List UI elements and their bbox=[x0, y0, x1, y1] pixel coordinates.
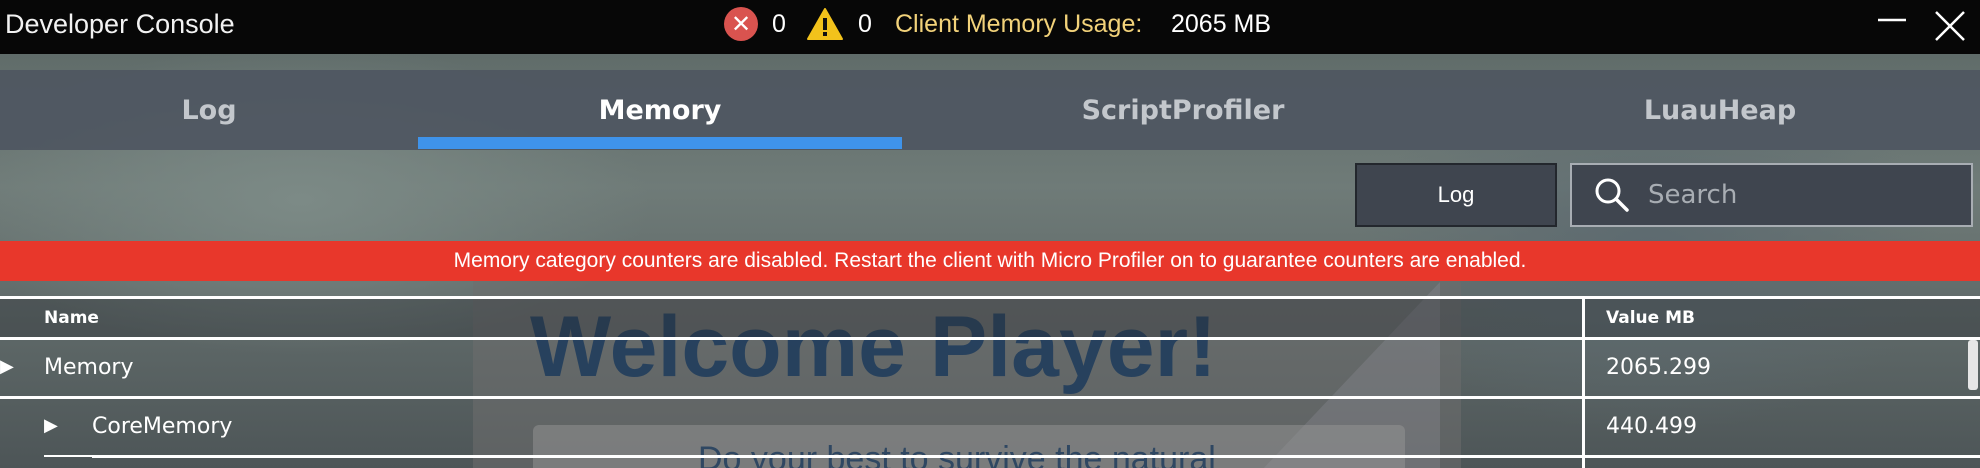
row-value: 2065.299 bbox=[1606, 355, 1711, 380]
table-row[interactable]: ▶ Memory 2065.299 bbox=[0, 340, 1980, 396]
row-name: CoreMemory bbox=[92, 414, 233, 439]
tab-bar: Log Memory ScriptProfiler LuauHeap bbox=[0, 70, 1980, 150]
banner-text: Memory category counters are disabled. R… bbox=[453, 249, 1527, 272]
search-input[interactable] bbox=[1648, 175, 1948, 215]
tab-log[interactable]: Log bbox=[0, 70, 418, 150]
scrollbar-thumb[interactable] bbox=[1968, 340, 1978, 390]
tab-scriptprofiler[interactable]: ScriptProfiler bbox=[940, 70, 1426, 150]
window-title: Developer Console bbox=[5, 9, 235, 39]
tab-luauheap[interactable]: LuauHeap bbox=[1490, 70, 1950, 150]
title-bar: Developer Console ✕ 0 0 Client Memory Us… bbox=[0, 0, 1980, 54]
row-value: 440.499 bbox=[1606, 414, 1697, 439]
memory-usage-value: 2065 MB bbox=[1171, 10, 1272, 38]
row-name: Memory bbox=[44, 355, 134, 380]
column-header-name: Name bbox=[44, 308, 99, 328]
error-counter[interactable]: ✕ 0 bbox=[724, 6, 786, 42]
active-tab-indicator bbox=[418, 137, 902, 149]
column-header-value: Value MB bbox=[1606, 308, 1695, 328]
expand-arrow-icon[interactable]: ▶ bbox=[44, 415, 58, 436]
row-divider bbox=[92, 455, 1980, 458]
warning-counter[interactable]: 0 bbox=[806, 6, 872, 42]
expand-arrow-icon[interactable]: ▶ bbox=[0, 356, 14, 377]
log-toggle-button[interactable]: Log bbox=[1355, 163, 1557, 227]
close-icon[interactable] bbox=[1930, 6, 1970, 46]
table-row[interactable]: ▶ CoreMemory 440.499 bbox=[0, 399, 1980, 455]
warning-count: 0 bbox=[858, 9, 872, 38]
memory-usage-label: Client Memory Usage: bbox=[895, 10, 1143, 38]
counters-disabled-banner: Memory category counters are disabled. R… bbox=[0, 241, 1980, 281]
error-icon: ✕ bbox=[724, 7, 758, 41]
minimize-icon[interactable] bbox=[1872, 6, 1912, 46]
error-count: 0 bbox=[772, 9, 786, 38]
search-box[interactable] bbox=[1570, 163, 1973, 227]
table-border-top bbox=[0, 296, 1980, 299]
search-icon bbox=[1595, 178, 1629, 212]
column-divider bbox=[1582, 298, 1585, 468]
warning-icon bbox=[807, 8, 843, 40]
table-header: Name Value MB bbox=[0, 298, 1980, 338]
tree-indent-line bbox=[44, 455, 92, 457]
